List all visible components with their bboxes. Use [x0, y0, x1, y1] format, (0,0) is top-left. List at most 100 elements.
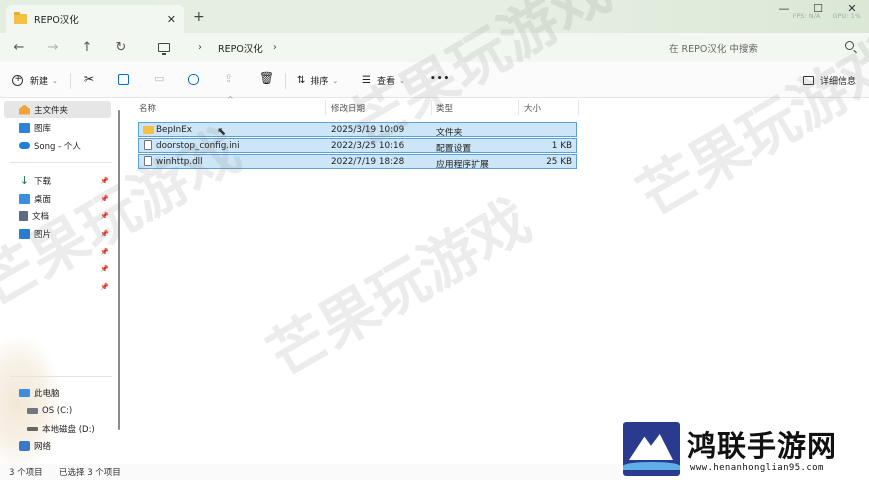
sidebar-item-label: OS (C:): [42, 405, 73, 416]
copy-icon[interactable]: [118, 74, 129, 85]
sidebar-item-label: 图片: [34, 229, 52, 240]
sidebar-item-downloads[interactable]: ↓ 下载 📌: [0, 172, 115, 189]
column-header-date[interactable]: 修改日期: [331, 102, 365, 114]
sidebar-item-onedrive[interactable]: Song - 个人: [0, 137, 115, 154]
item-count: 3 个项目: [9, 468, 43, 478]
pin-icon[interactable]: 📌: [100, 177, 109, 185]
network-icon: [19, 440, 30, 451]
address-bar[interactable]: › REPO汉化 ›: [150, 37, 653, 58]
sidebar-item-this-pc[interactable]: 此电脑: [0, 384, 115, 401]
chevron-down-icon: ⌄: [332, 76, 339, 85]
chevron-right-icon[interactable]: ›: [198, 42, 202, 53]
new-button[interactable]: 新建 ⌄: [12, 74, 58, 87]
sidebar-item-pinned[interactable]: 📌: [0, 260, 115, 277]
logo-mark: [623, 422, 680, 476]
chevron-down-icon: ⌄: [398, 76, 405, 85]
sidebar-item-label: 此电脑: [34, 388, 60, 399]
details-pane-button[interactable]: 详细信息: [803, 74, 856, 87]
table-row[interactable]: BepInEx 2025/3/19 10:09 文件夹: [138, 122, 577, 138]
sidebar-item-documents[interactable]: 文档 📌: [0, 207, 115, 224]
search-icon: [845, 41, 854, 50]
sidebar-item-home[interactable]: 主文件夹: [4, 101, 111, 118]
back-arrow-icon[interactable]: ←: [2, 40, 36, 55]
view-icon: ☰: [362, 75, 371, 86]
sort-ascending-icon: ^: [227, 95, 234, 104]
desktop-icon: [19, 193, 30, 204]
column-divider[interactable]: [578, 100, 579, 115]
table-row[interactable]: doorstop_config.ini 2022/3/25 10:16 配置设置…: [138, 138, 577, 154]
sidebar-item-pinned[interactable]: 📌: [0, 243, 115, 260]
file-name: BepInEx: [156, 125, 192, 135]
sidebar-item-label: 下载: [34, 176, 52, 187]
new-label: 新建: [30, 77, 49, 87]
divider: [10, 376, 112, 377]
sidebar-item-c-drive[interactable]: OS (C:): [0, 402, 115, 419]
sidebar-scrollbar[interactable]: [118, 110, 120, 430]
paste-icon[interactable]: ▭: [154, 72, 164, 85]
mouse-cursor-icon: ⬉: [217, 125, 227, 138]
column-header-name[interactable]: 名称: [139, 102, 156, 114]
sidebar-item-gallery[interactable]: 图库: [0, 119, 115, 136]
file-date: 2025/3/19 10:09: [331, 125, 405, 135]
breadcrumb[interactable]: REPO汉化: [218, 41, 263, 55]
download-icon: ↓: [19, 173, 30, 187]
sidebar-item-label: 网络: [34, 441, 52, 452]
column-divider[interactable]: [518, 100, 519, 115]
file-type: 文件夹: [436, 128, 463, 138]
details-label: 详细信息: [820, 77, 857, 87]
documents-icon: [19, 210, 28, 221]
cut-icon[interactable]: ✂: [84, 72, 94, 86]
sidebar-item-pinned[interactable]: 📌: [0, 278, 115, 295]
dll-file-icon: [144, 156, 152, 166]
column-header-type[interactable]: 类型: [436, 102, 453, 114]
new-tab-button[interactable]: +: [193, 9, 205, 25]
pin-icon[interactable]: 📌: [100, 195, 109, 203]
file-list: ^ 名称 修改日期 类型 大小 BepInEx 2025/3/19 10:09 …: [122, 95, 869, 464]
table-row[interactable]: winhttp.dll 2022/7/19 18:28 应用程序扩展 25 KB: [138, 154, 577, 170]
sort-label: 排序: [310, 77, 329, 87]
column-divider[interactable]: [431, 100, 432, 115]
file-type: 配置设置: [436, 144, 472, 154]
share-icon[interactable]: ⇪: [224, 72, 233, 85]
column-divider[interactable]: [325, 100, 326, 115]
search-input[interactable]: 在 REPO汉化 中搜索: [662, 37, 862, 58]
search-placeholder: 在 REPO汉化 中搜索: [669, 43, 758, 55]
site-logo: 鸿联手游网 www.henanhonglian95.com: [621, 420, 869, 480]
fps-readout: FPS: N/A: [792, 13, 821, 20]
sidebar-item-label: 桌面: [34, 194, 52, 205]
sidebar-item-network[interactable]: 网络: [0, 437, 115, 454]
close-tab-icon[interactable]: ✕: [167, 13, 176, 26]
up-arrow-icon[interactable]: ↑: [70, 40, 104, 55]
pin-icon[interactable]: 📌: [100, 283, 109, 291]
this-pc-icon: [19, 388, 30, 397]
pin-icon[interactable]: 📌: [100, 212, 109, 220]
sidebar-item-desktop[interactable]: 桌面 📌: [0, 190, 115, 207]
more-options-button[interactable]: •••: [430, 74, 450, 84]
sort-button[interactable]: ⇅ 排序 ⌄: [297, 74, 338, 87]
sidebar-item-d-drive[interactable]: 本地磁盘 (D:): [0, 420, 115, 437]
pin-icon[interactable]: 📌: [100, 265, 109, 273]
sidebar-item-label: Song - 个人: [34, 141, 81, 152]
refresh-icon[interactable]: ↻: [104, 40, 138, 55]
command-bar: 新建 ⌄ ✂ ▭ ⇪ 🗑 ⇅ 排序 ⌄ ☰ 查看 ⌄ ••• 详细信息: [0, 62, 869, 98]
folder-icon: [14, 12, 27, 24]
column-header-size[interactable]: 大小: [524, 102, 541, 114]
pin-icon[interactable]: 📌: [100, 248, 109, 256]
forward-arrow-icon[interactable]: →: [36, 40, 70, 55]
gpu-readout: GPU: 1%: [832, 13, 861, 20]
view-button[interactable]: ☰ 查看 ⌄: [362, 74, 405, 87]
sidebar-item-label: 文档: [32, 211, 50, 222]
sidebar-item-pictures[interactable]: 图片 📌: [0, 225, 115, 242]
delete-icon[interactable]: 🗑: [259, 71, 274, 85]
rename-icon[interactable]: [188, 74, 199, 85]
file-date: 2022/3/25 10:16: [331, 141, 405, 151]
navigation-pane: 主文件夹 图库 Song - 个人 ↓ 下载 📌 桌面 📌 文档 📌 图片 📌 …: [0, 98, 122, 468]
tab-repo[interactable]: REPO汉化 ✕: [6, 5, 184, 33]
tab-title: REPO汉化: [34, 15, 79, 26]
pin-icon[interactable]: 📌: [100, 230, 109, 238]
selected-count: 已选择 3 个项目: [59, 468, 121, 478]
chevron-right-icon[interactable]: ›: [273, 42, 277, 53]
gallery-icon: [19, 122, 30, 133]
file-date: 2022/7/19 18:28: [331, 157, 405, 167]
sidebar-item-label: 主文件夹: [34, 105, 69, 116]
